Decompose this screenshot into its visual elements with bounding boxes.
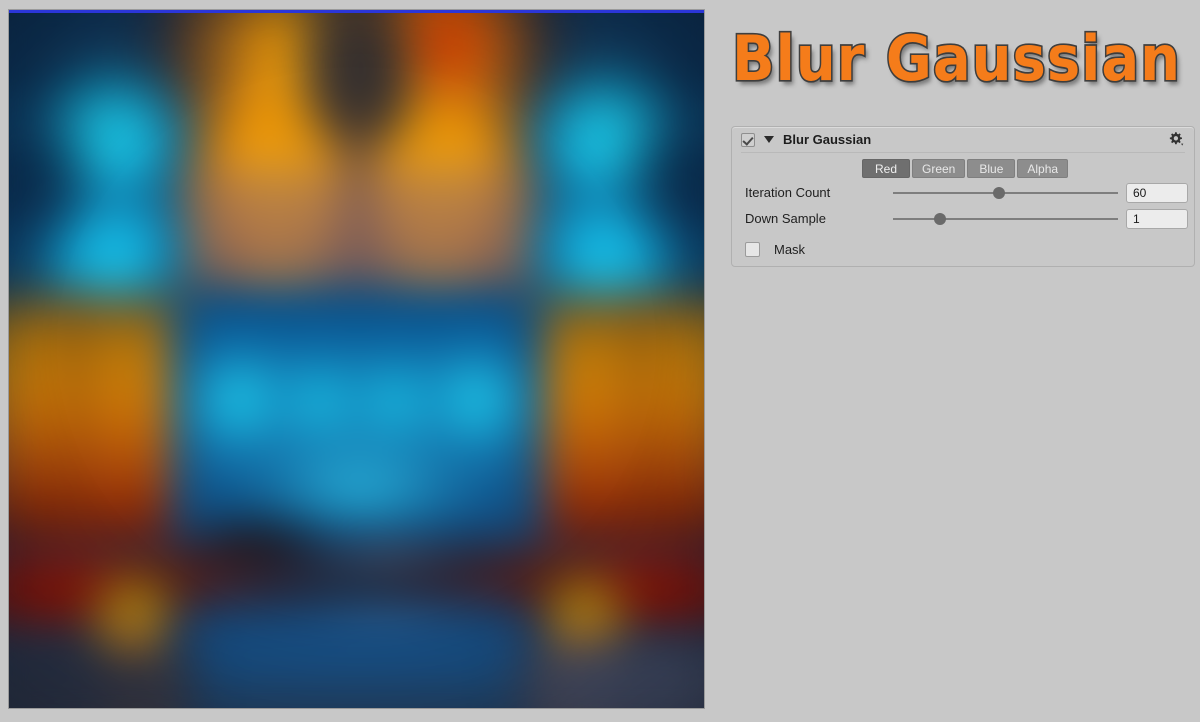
slider-track — [893, 191, 1118, 194]
title-banner: Blur Gaussian — [713, 0, 1200, 112]
mask-row: Mask — [732, 237, 1194, 261]
scene-mauve-band — [184, 165, 534, 295]
component-title: Blur Gaussian — [783, 132, 872, 147]
down-sample-label: Down Sample — [745, 211, 826, 226]
game-view-container — [0, 0, 713, 722]
scene-orange-column-left — [9, 300, 184, 550]
iteration-count-row: Iteration Count 60 — [732, 181, 1194, 204]
down-sample-field[interactable]: 1 — [1126, 208, 1188, 229]
game-view-frame[interactable] — [8, 9, 705, 709]
slider-track — [893, 217, 1118, 220]
iteration-count-label: Iteration Count — [745, 185, 831, 200]
app-window: Blur Gaussian Blur Gaussian Red Green Bl… — [0, 0, 1200, 722]
down-sample-row: Down Sample 1 — [732, 207, 1194, 230]
scene-pod-glow-1 — [205, 350, 275, 450]
triangle-down-icon[interactable] — [764, 136, 774, 143]
page-title: Blur Gaussian — [731, 21, 1182, 97]
mask-checkbox[interactable] — [745, 241, 760, 257]
scene-pod-glow-4 — [441, 350, 511, 450]
component-header[interactable]: Blur Gaussian — [732, 127, 1194, 152]
iteration-count-field[interactable]: 60 — [1126, 182, 1188, 203]
channel-button-alpha[interactable]: Alpha — [1017, 159, 1069, 178]
scene-hud-box-a — [569, 658, 627, 708]
channel-button-green[interactable]: Green — [912, 159, 966, 178]
channel-button-blue[interactable]: Blue — [967, 159, 1016, 178]
channel-toggle-group: Red Green Blue Alpha — [862, 159, 1194, 178]
channel-button-red[interactable]: Red — [862, 159, 910, 178]
slider-handle[interactable] — [992, 186, 1005, 199]
scene-column-stripe-right — [634, 305, 652, 545]
game-view-render[interactable] — [9, 10, 704, 708]
down-sample-slider[interactable] — [893, 211, 1118, 227]
component-enabled-checkbox[interactable] — [741, 132, 755, 147]
scene-floor-panel-left — [9, 650, 189, 708]
slider-handle[interactable] — [934, 212, 947, 225]
component-body: Red Green Blue Alpha Iteration Count 60 … — [732, 153, 1194, 261]
scene-top-edge-line — [9, 10, 704, 13]
mask-label: Mask — [774, 241, 806, 257]
gear-icon[interactable] — [1167, 131, 1185, 149]
scene-orange-column-right — [534, 300, 704, 550]
scene-hud-box-b — [637, 658, 695, 708]
scene-column-stripe-left — [64, 305, 82, 545]
scene-blue-floor — [181, 608, 531, 708]
inspector-panel-area: Blur Gaussian Blur Gaussian Red Green Bl… — [713, 0, 1200, 722]
iteration-count-slider[interactable] — [893, 185, 1118, 201]
component-panel: Blur Gaussian Red Green Blue Alpha Itera… — [731, 126, 1195, 267]
